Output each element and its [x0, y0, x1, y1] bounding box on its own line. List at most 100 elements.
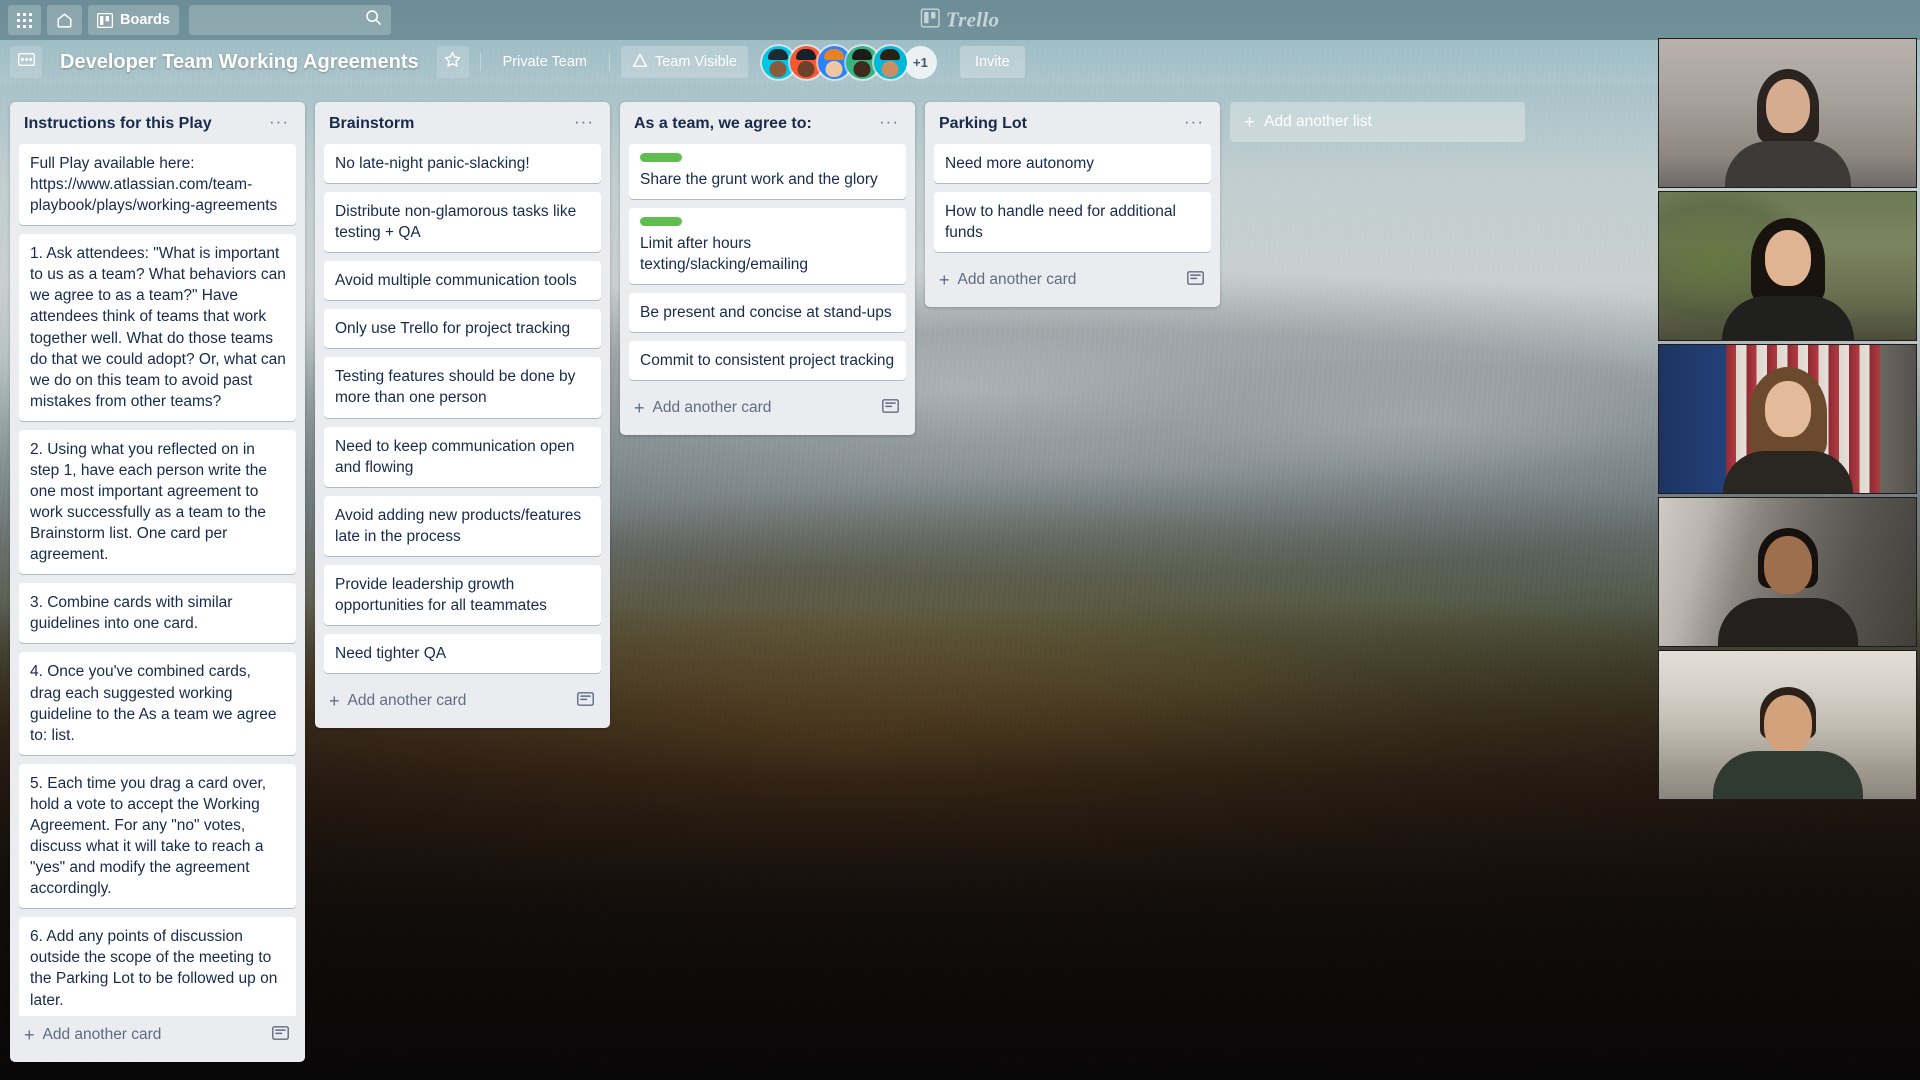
- list-header: Parking Lot···: [925, 102, 1220, 144]
- card[interactable]: 4. Once you've combined cards, drag each…: [19, 652, 296, 754]
- card-label-green[interactable]: [640, 217, 682, 226]
- card-list[interactable]: Need more autonomy How to handle need for…: [925, 144, 1220, 261]
- card-template-icon[interactable]: [268, 1022, 293, 1049]
- video-participant-3[interactable]: [1658, 344, 1917, 494]
- card-template-icon[interactable]: [573, 688, 598, 715]
- card[interactable]: No late-night panic-slacking!: [324, 144, 601, 183]
- home-button[interactable]: [47, 5, 82, 35]
- plus-icon: +: [329, 694, 340, 708]
- plus-icon: +: [24, 1028, 35, 1042]
- add-another-card-label: Add another card: [958, 271, 1077, 289]
- member-overflow-count[interactable]: +1: [904, 46, 937, 79]
- video-call-filmstrip: [1658, 38, 1920, 800]
- card-title: 4. Once you've combined cards, drag each…: [30, 663, 276, 743]
- video-participant-1[interactable]: [1658, 38, 1917, 188]
- card[interactable]: Need tighter QA: [324, 634, 601, 673]
- team-visible-button[interactable]: Team Visible: [621, 46, 748, 78]
- list-title[interactable]: As a team, we agree to:: [634, 114, 873, 134]
- trello-logo[interactable]: Trello: [921, 8, 1000, 33]
- search-input[interactable]: [189, 5, 412, 35]
- card-title: Distribute non-glamorous tasks like test…: [335, 203, 576, 241]
- card-title: 3. Combine cards with similar guidelines…: [30, 594, 232, 632]
- card-title: Provide leadership growth opportunities …: [335, 576, 547, 614]
- boards-label: Boards: [120, 12, 170, 28]
- add-another-card-button[interactable]: +Add another card: [632, 393, 777, 423]
- card[interactable]: Testing features should be done by more …: [324, 357, 601, 417]
- private-team-button[interactable]: Private Team: [492, 46, 598, 78]
- card[interactable]: Avoid multiple communication tools: [324, 261, 601, 300]
- team-visible-label: Team Visible: [655, 54, 737, 70]
- card[interactable]: How to handle need for additional funds: [934, 192, 1211, 252]
- add-another-card-button[interactable]: +Add another card: [937, 265, 1082, 295]
- add-another-card-button[interactable]: +Add another card: [327, 686, 472, 716]
- board-glyph-button[interactable]: [10, 46, 42, 78]
- grid-apps-icon: [17, 13, 32, 28]
- card-list[interactable]: Share the grunt work and the glory Limit …: [620, 144, 915, 389]
- card[interactable]: Be present and concise at stand-ups: [629, 293, 906, 332]
- card[interactable]: Need to keep communication open and flow…: [324, 427, 601, 487]
- list-menu-icon[interactable]: ···: [873, 114, 905, 135]
- participant-head: [1766, 79, 1810, 133]
- card[interactable]: 1. Ask attendees: "What is important to …: [19, 234, 296, 421]
- list-menu-icon[interactable]: ···: [1178, 114, 1210, 135]
- search-box[interactable]: [189, 5, 391, 35]
- card-list[interactable]: No late-night panic-slacking! Distribute …: [315, 144, 610, 682]
- card-title: How to handle need for additional funds: [945, 203, 1176, 241]
- card-title: Limit after hours texting/slacking/email…: [640, 235, 808, 273]
- add-another-list-button[interactable]: + Add another list: [1230, 102, 1525, 142]
- card-title: 1. Ask attendees: "What is important to …: [30, 245, 286, 410]
- card[interactable]: Limit after hours texting/slacking/email…: [629, 208, 906, 284]
- card-list[interactable]: Full Play available here: https://www.at…: [10, 144, 305, 1016]
- card-template-icon[interactable]: [1183, 267, 1208, 294]
- participant-body: [1725, 141, 1851, 187]
- apps-grid-button[interactable]: [8, 5, 41, 35]
- list-title[interactable]: Brainstorm: [329, 114, 568, 134]
- video-participant-5[interactable]: [1658, 650, 1917, 800]
- card[interactable]: Distribute non-glamorous tasks like test…: [324, 192, 601, 252]
- header-divider-1: [480, 53, 481, 71]
- board-title[interactable]: Developer Team Working Agreements: [51, 46, 428, 79]
- card-title: Commit to consistent project tracking: [640, 352, 894, 369]
- star-button[interactable]: [437, 46, 469, 78]
- card[interactable]: 3. Combine cards with similar guidelines…: [19, 583, 296, 643]
- card-label-green[interactable]: [640, 153, 682, 162]
- list-footer: +Add another card: [620, 389, 915, 435]
- list-header: As a team, we agree to:···: [620, 102, 915, 144]
- plus-icon: +: [1244, 115, 1255, 130]
- card-title: 2. Using what you reflected on in step 1…: [30, 441, 267, 563]
- list-title[interactable]: Instructions for this Play: [24, 114, 263, 134]
- board-header: Developer Team Working Agreements Privat…: [0, 40, 1920, 84]
- list-title[interactable]: Parking Lot: [939, 114, 1178, 134]
- invite-button[interactable]: Invite: [960, 46, 1025, 78]
- card[interactable]: Share the grunt work and the glory: [629, 144, 906, 199]
- video-participant-4[interactable]: [1658, 497, 1917, 647]
- card-title: Be present and concise at stand-ups: [640, 304, 892, 321]
- card-template-icon[interactable]: [878, 395, 903, 422]
- home-icon: [56, 12, 73, 29]
- list-instructions: Instructions for this Play··· Full Play a…: [10, 102, 305, 1062]
- card[interactable]: 2. Using what you reflected on in step 1…: [19, 430, 296, 574]
- member-avatar-list: +1: [762, 46, 937, 79]
- card[interactable]: Avoid adding new products/features late …: [324, 496, 601, 556]
- board-canvas: Instructions for this Play···Full Play a…: [0, 84, 1920, 1080]
- card[interactable]: Only use Trello for project tracking: [324, 309, 601, 348]
- add-another-card-button[interactable]: +Add another card: [22, 1020, 167, 1050]
- card[interactable]: Provide leadership growth opportunities …: [324, 565, 601, 625]
- list-menu-icon[interactable]: ···: [263, 114, 295, 135]
- list-footer: +Add another card: [10, 1016, 305, 1062]
- card-title: Only use Trello for project tracking: [335, 320, 570, 337]
- card[interactable]: Need more autonomy: [934, 144, 1211, 183]
- card[interactable]: Full Play available here: https://www.at…: [19, 144, 296, 225]
- trello-logo-icon: [921, 8, 940, 32]
- video-participant-2[interactable]: [1658, 191, 1917, 341]
- member-avatar-5[interactable]: [874, 46, 907, 79]
- top-navigation-bar: Boards Trello: [0, 0, 1920, 40]
- boards-button[interactable]: Boards: [88, 5, 179, 35]
- list-menu-icon[interactable]: ···: [568, 114, 600, 135]
- card[interactable]: 6. Add any points of discussion outside …: [19, 917, 296, 1016]
- add-another-list-label: Add another list: [1264, 113, 1372, 131]
- card[interactable]: Commit to consistent project tracking: [629, 341, 906, 380]
- card[interactable]: 5. Each time you drag a card over, hold …: [19, 764, 296, 908]
- card-title: Need tighter QA: [335, 645, 446, 662]
- participant-body: [1713, 751, 1863, 799]
